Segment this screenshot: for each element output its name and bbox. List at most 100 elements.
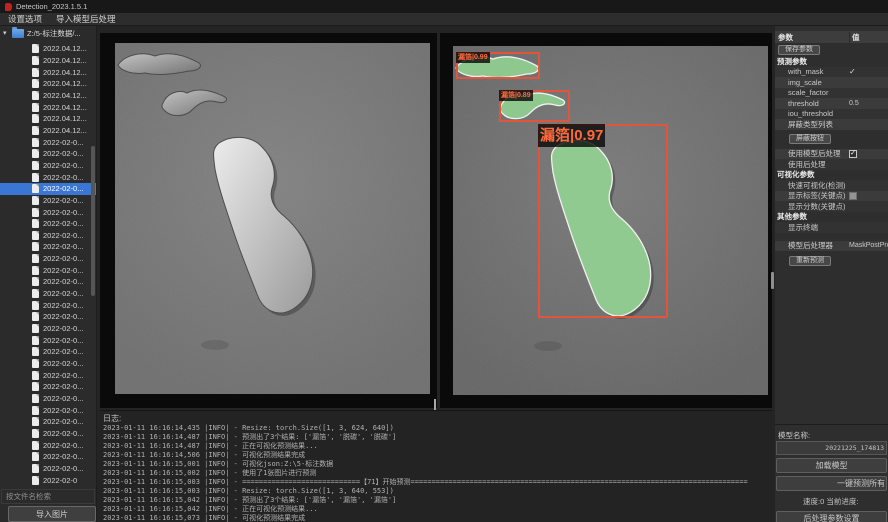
menu-import-postprocess[interactable]: 导入模型后处理 [56, 13, 116, 25]
param-row[interactable]: threshold0.5 [775, 98, 888, 109]
tree-file-label: 2022.04.12... [43, 79, 87, 88]
tree-file-item[interactable]: 2022.04.12... [0, 113, 97, 125]
tree-file-item[interactable]: 2022-02-0... [0, 451, 97, 463]
tree-file-item[interactable]: 2022-02-0... [0, 404, 97, 416]
tree-file-item[interactable]: 2022-02-0... [0, 276, 97, 288]
file-icon [32, 219, 39, 228]
load-model-button[interactable]: 加载模型 [776, 458, 887, 473]
raw-image-panel [100, 33, 437, 408]
tree-file-item[interactable]: 2022-02-0... [0, 218, 97, 230]
tree-file-item[interactable]: 2022-02-0... [0, 311, 97, 323]
param-row[interactable]: scale_factor [775, 88, 888, 99]
tree-file-item[interactable]: 2022-02-0... [0, 369, 97, 381]
tree-file-item[interactable]: 2022-02-0... [0, 346, 97, 358]
param-action-button[interactable]: 屏蔽按钮 [789, 134, 831, 144]
tree-file-item[interactable]: 2022.04.12... [0, 66, 97, 78]
raw-photo[interactable] [115, 43, 430, 394]
sidebar-scrollbar[interactable] [91, 146, 95, 296]
file-icon [32, 336, 39, 345]
tree-file-item[interactable]: 2022-02-0... [0, 416, 97, 428]
log-line: 2023-01-11 16:16:14,506 |INFO| - 可视化预测结果… [103, 451, 772, 460]
tree-file-item[interactable]: 2022-02-0... [0, 393, 97, 405]
param-row[interactable]: 显示终端 [775, 222, 888, 233]
tree-file-label: 2022-02-0... [43, 464, 83, 473]
tree-file-item[interactable]: 2022-02-0... [0, 230, 97, 242]
param-label: 快速可视化(检测) [775, 180, 846, 191]
tree-file-label: 2022-02-0... [43, 231, 83, 240]
tree-file-item[interactable]: 2022-02-0... [0, 381, 97, 393]
raw-photo-blobs [115, 43, 430, 394]
tree-file-label: 2022-02-0... [43, 289, 83, 298]
tree-file-item[interactable]: 2022-02-0... [0, 241, 97, 253]
import-images-button[interactable]: 导入图片 [8, 506, 96, 522]
chevron-down-icon[interactable]: ▾ [3, 29, 9, 37]
tree-file-item[interactable]: 2022-02-0... [0, 299, 97, 311]
tree-file-item[interactable]: 2022.04.12... [0, 55, 97, 67]
tree-file-item[interactable]: 2022-02-0... [0, 264, 97, 276]
tree-file-item[interactable]: 2022-02-0... [0, 334, 97, 346]
log-title: 日志: [100, 411, 772, 424]
tree-file-item[interactable]: 2022-02-0... [0, 148, 97, 160]
params-rows: 预测参数with_mask✓img_scalescale_factorthres… [775, 56, 888, 270]
param-action-button[interactable]: 重新预测 [789, 256, 831, 266]
param-row[interactable]: iou_threshold [775, 109, 888, 120]
file-icon [32, 324, 39, 333]
app-icon [5, 3, 12, 11]
file-icon [32, 406, 39, 415]
log-line: 2023-01-11 16:16:15,042 |INFO| - 预测出了3个结… [103, 496, 772, 505]
file-icon [32, 242, 39, 251]
tree-file-item[interactable]: 2022-02-0... [0, 323, 97, 335]
menu-settings[interactable]: 设置选项 [8, 13, 42, 25]
tree-file-item[interactable]: 2022-02-0... [0, 171, 97, 183]
annotated-photo[interactable]: 漏箔|0.99漏箔|0.89漏箔|0.97 [453, 46, 768, 395]
file-icon [32, 359, 39, 368]
param-row[interactable]: 快速可视化(检测) [775, 180, 888, 191]
save-params-button[interactable]: 保存参数 [778, 45, 820, 55]
param-value [849, 192, 857, 200]
tree-file-item[interactable]: 2022-02-0... [0, 206, 97, 218]
file-icon [32, 126, 39, 135]
param-row[interactable]: img_scale [775, 77, 888, 88]
tree-file-item[interactable]: 2022-02-0... [0, 253, 97, 265]
tree-file-item[interactable]: 2022-02-0... [0, 463, 97, 475]
tree-file-item[interactable]: 2022-02-0... [0, 428, 97, 440]
param-row[interactable]: with_mask✓ [775, 67, 888, 78]
file-icon [32, 208, 39, 217]
param-label: 显示终端 [775, 222, 818, 233]
tree-file-item[interactable]: 2022.04.12... [0, 78, 97, 90]
tree-file-item[interactable]: 2022.04.12... [0, 43, 97, 55]
tree-file-item[interactable]: 2022-02-0... [0, 195, 97, 207]
tree-file-label: 2022-02-0... [43, 277, 83, 286]
tree-file-item[interactable]: 2022-02-0... [0, 288, 97, 300]
predict-all-button[interactable]: 一键预测所有 [776, 476, 887, 491]
tree-file-label: 2022-02-0... [43, 301, 83, 310]
tree-file-item[interactable]: 2022.04.12... [0, 101, 97, 113]
param-row[interactable]: 使用模型后处理✓ [775, 149, 888, 160]
file-tree-sidebar: ▾ Z:/5-标注数据/... 2022.04.12...2022.04.12.… [0, 26, 97, 522]
tree-root-folder[interactable]: ▾ Z:/5-标注数据/... [0, 26, 96, 40]
postprocess-settings-button[interactable]: 后处理参数设置 [776, 511, 887, 522]
tree-file-item[interactable]: 2022-02-0... [0, 439, 97, 451]
param-row[interactable]: 屏蔽类型列表 [775, 119, 888, 130]
detection-label: 漏箔|0.89 [499, 90, 533, 101]
checkbox-checked-icon[interactable]: ✓ [849, 150, 857, 158]
param-row[interactable]: 模型后处理器MaskPostPro [775, 241, 888, 252]
tree-file-item[interactable]: 2022-02-0... [0, 136, 97, 148]
search-input[interactable]: 按文件名检索 [1, 489, 95, 504]
image-panel-scrollbar[interactable] [771, 272, 774, 289]
param-row[interactable]: 使用后处理 [775, 159, 888, 170]
tree-file-item[interactable]: 2022.04.12... [0, 125, 97, 137]
param-row[interactable]: 显示分数(关键点) [775, 201, 888, 212]
tree-file-item[interactable]: 2022-02-0... [0, 358, 97, 370]
tree-file-item[interactable]: 2022-02-0... [0, 160, 97, 172]
tree-file-label: 2022-02-0... [43, 149, 83, 158]
param-label: 显示分数(关键点) [775, 201, 846, 212]
tree-file-item[interactable]: 2022-02-0 [0, 474, 97, 486]
params-button-row: 屏蔽按钮 [775, 130, 888, 149]
checkbox-unchecked-icon[interactable] [849, 192, 857, 200]
tree-file-item[interactable]: 2022.04.12... [0, 90, 97, 102]
log-line: 2023-01-11 16:16:15,001 |INFO| - 可视化json… [103, 460, 772, 469]
tree-file-item[interactable]: 2022-02-0... [0, 183, 97, 195]
model-name-field[interactable]: 20221225_174813 [776, 441, 887, 455]
param-row[interactable]: 显示标签(关键点) [775, 191, 888, 202]
